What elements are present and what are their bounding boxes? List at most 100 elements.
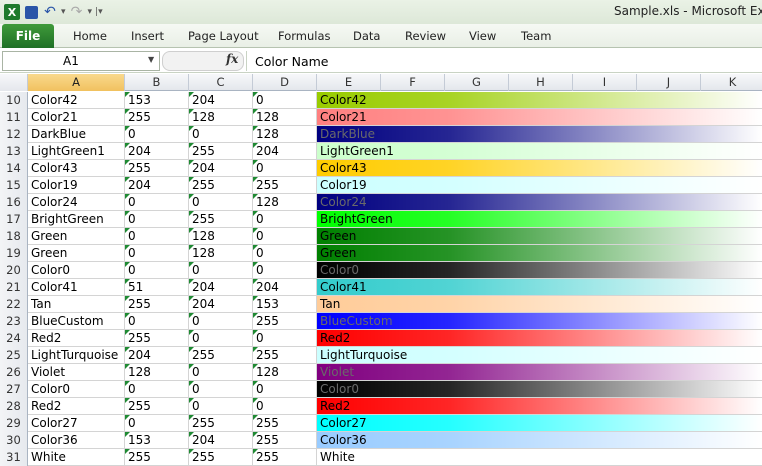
cell-red-value[interactable]: 0 (125, 126, 189, 142)
column-header-i[interactable]: I (573, 74, 637, 91)
cell-red-value[interactable]: 0 (125, 381, 189, 397)
cell-color-name[interactable]: BlueCustom (28, 313, 125, 329)
cell-color-name[interactable]: LightGreen1 (28, 143, 125, 159)
color-swatch-cell[interactable]: BlueCustom (317, 313, 762, 329)
cell-blue-value[interactable]: 128 (253, 194, 317, 210)
column-header-h[interactable]: H (509, 74, 573, 91)
row-header[interactable]: 31 (0, 449, 28, 466)
cell-color-name[interactable]: Color27 (28, 415, 125, 431)
color-swatch-cell[interactable]: Color27 (317, 415, 762, 431)
cell-blue-value[interactable]: 0 (253, 398, 317, 414)
color-swatch-cell[interactable]: Tan (317, 296, 762, 312)
column-header-g[interactable]: G (445, 74, 509, 91)
cell-red-value[interactable]: 204 (125, 347, 189, 363)
cell-green-value[interactable]: 255 (189, 415, 253, 431)
cell-green-value[interactable]: 0 (189, 330, 253, 346)
row-header[interactable]: 12 (0, 126, 28, 143)
cell-red-value[interactable]: 0 (125, 415, 189, 431)
tab-team[interactable]: Team (521, 29, 551, 43)
tab-page-layout[interactable]: Page Layout (188, 29, 259, 43)
color-swatch-cell[interactable]: LightTurquoise (317, 347, 762, 363)
color-swatch-cell[interactable]: Color41 (317, 279, 762, 295)
cell-green-value[interactable]: 0 (189, 126, 253, 142)
formula-input[interactable]: Color Name (246, 51, 760, 71)
cell-color-name[interactable]: Color43 (28, 160, 125, 176)
cell-red-value[interactable]: 0 (125, 194, 189, 210)
cell-blue-value[interactable]: 0 (253, 262, 317, 278)
cell-blue-value[interactable]: 0 (253, 160, 317, 176)
cell-color-name[interactable]: LightTurquoise (28, 347, 125, 363)
cell-red-value[interactable]: 204 (125, 177, 189, 193)
cell-color-name[interactable]: Red2 (28, 398, 125, 414)
color-swatch-cell[interactable]: Red2 (317, 398, 762, 414)
cell-green-value[interactable]: 255 (189, 177, 253, 193)
column-header-c[interactable]: C (189, 74, 253, 91)
color-swatch-cell[interactable]: Color36 (317, 432, 762, 448)
cell-green-value[interactable]: 128 (189, 109, 253, 125)
cell-green-value[interactable]: 255 (189, 449, 253, 465)
cell-blue-value[interactable]: 153 (253, 296, 317, 312)
cell-red-value[interactable]: 0 (125, 211, 189, 227)
cell-red-value[interactable]: 0 (125, 228, 189, 244)
cell-color-name[interactable]: Color24 (28, 194, 125, 210)
cell-green-value[interactable]: 128 (189, 228, 253, 244)
row-header[interactable]: 22 (0, 296, 28, 313)
cell-color-name[interactable]: Color0 (28, 381, 125, 397)
column-header-f[interactable]: F (381, 74, 445, 91)
color-swatch-cell[interactable]: Green (317, 228, 762, 244)
cell-blue-value[interactable]: 255 (253, 415, 317, 431)
insert-function-icon[interactable]: fx (226, 52, 238, 66)
color-swatch-cell[interactable]: Color0 (317, 262, 762, 278)
cell-red-value[interactable]: 204 (125, 143, 189, 159)
cell-red-value[interactable]: 255 (125, 330, 189, 346)
file-tab[interactable]: File (2, 24, 54, 48)
row-header[interactable]: 19 (0, 245, 28, 262)
column-header-d[interactable]: D (253, 74, 317, 91)
cell-blue-value[interactable]: 204 (253, 143, 317, 159)
cell-red-value[interactable]: 0 (125, 313, 189, 329)
cell-green-value[interactable]: 0 (189, 398, 253, 414)
cell-color-name[interactable]: BrightGreen (28, 211, 125, 227)
row-header[interactable]: 11 (0, 109, 28, 126)
cell-blue-value[interactable]: 0 (253, 228, 317, 244)
cell-blue-value[interactable]: 255 (253, 313, 317, 329)
color-swatch-cell[interactable]: LightGreen1 (317, 143, 762, 159)
row-header[interactable]: 24 (0, 330, 28, 347)
cell-red-value[interactable]: 255 (125, 160, 189, 176)
cell-red-value[interactable]: 255 (125, 296, 189, 312)
color-swatch-cell[interactable]: Color43 (317, 160, 762, 176)
redo-icon[interactable]: ↷ (69, 4, 85, 20)
column-header-e[interactable]: E (317, 74, 381, 91)
cell-color-name[interactable]: Green (28, 228, 125, 244)
color-swatch-cell[interactable]: Violet (317, 364, 762, 380)
cell-green-value[interactable]: 0 (189, 262, 253, 278)
cell-blue-value[interactable]: 255 (253, 449, 317, 465)
cell-blue-value[interactable]: 128 (253, 126, 317, 142)
column-header-a[interactable]: A (28, 74, 125, 91)
cell-green-value[interactable]: 0 (189, 381, 253, 397)
row-header[interactable]: 27 (0, 381, 28, 398)
row-header[interactable]: 30 (0, 432, 28, 449)
cell-color-name[interactable]: Color36 (28, 432, 125, 448)
tab-formulas[interactable]: Formulas (278, 29, 331, 43)
cell-color-name[interactable]: Green (28, 245, 125, 261)
row-header[interactable]: 23 (0, 313, 28, 330)
select-all-corner[interactable] (0, 74, 28, 91)
redo-dropdown-icon[interactable]: ▾ (88, 7, 93, 17)
undo-dropdown-icon[interactable]: ▾ (61, 7, 66, 17)
row-header[interactable]: 21 (0, 279, 28, 296)
color-swatch-cell[interactable]: Green (317, 245, 762, 261)
cell-color-name[interactable]: Color21 (28, 109, 125, 125)
cell-blue-value[interactable]: 0 (253, 211, 317, 227)
cell-color-name[interactable]: Color42 (28, 92, 125, 108)
cell-color-name[interactable]: DarkBlue (28, 126, 125, 142)
row-header[interactable]: 13 (0, 143, 28, 160)
cell-blue-value[interactable]: 204 (253, 279, 317, 295)
cell-green-value[interactable]: 204 (189, 92, 253, 108)
cell-red-value[interactable]: 51 (125, 279, 189, 295)
color-swatch-cell[interactable]: White (317, 449, 762, 465)
row-header[interactable]: 18 (0, 228, 28, 245)
color-swatch-cell[interactable]: Color42 (317, 92, 762, 108)
row-header[interactable]: 20 (0, 262, 28, 279)
color-swatch-cell[interactable]: Color19 (317, 177, 762, 193)
